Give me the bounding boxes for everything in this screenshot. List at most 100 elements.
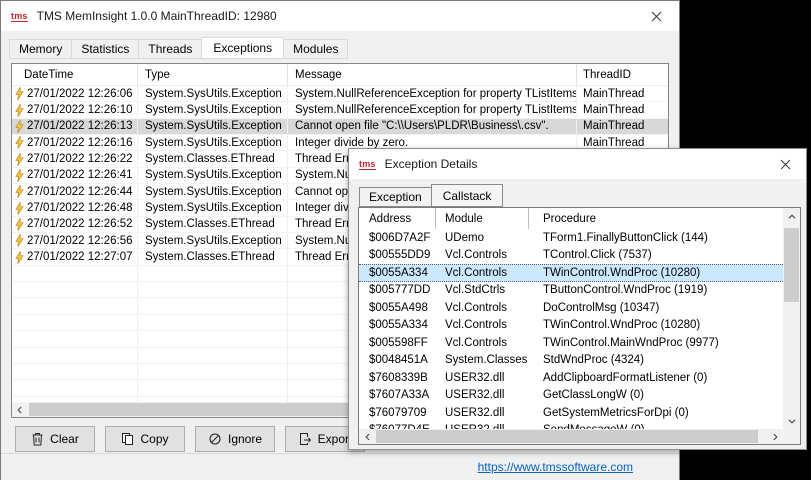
cell-datetime: 27/01/2022 12:26:41 [27,169,133,181]
cell-address: $005598FF [359,334,436,352]
cell-address: $7607A33A [359,387,436,405]
main-titlebar: tms TMS MemInsight 1.0.0 MainThreadID: 1… [1,1,679,31]
cell-procedure: TButtonControl.WndProc (1919) [529,282,783,300]
scroll-up-icon[interactable] [783,208,800,225]
statusbar: https://www.tmssoftware.com [1,453,679,480]
close-icon[interactable] [634,1,679,31]
cell-module: USER32.dll [436,404,529,422]
callstack-row[interactable]: $00555DD9Vcl.ControlsTControl.Click (753… [359,247,783,265]
tab-statistics[interactable]: Statistics [71,39,139,59]
callstack-row[interactable]: $76077D4EUSER32.dllSendMessageW (0) [359,422,783,430]
scroll-down-icon[interactable] [783,412,800,429]
cell-procedure: DoControlMsg (10347) [529,299,783,317]
exception-icon [15,136,24,149]
trash-icon [31,432,44,446]
tab-exception[interactable]: Exception [359,187,432,207]
callstack-row[interactable]: $0055A498Vcl.ControlsDoControlMsg (10347… [359,299,783,317]
exception-icon [15,169,24,182]
cell-module: UDemo [436,229,529,247]
tab-callstack[interactable]: Callstack [431,184,504,207]
callstack-row[interactable]: $76079709USER32.dllGetSystemMetricsForDp… [359,404,783,422]
scroll-left-icon[interactable] [12,402,28,417]
scroll-thumb[interactable] [784,228,799,302]
ignore-button[interactable]: Ignore [195,426,275,452]
exception-icon [15,202,24,215]
callstack-body: $006D7A2FUDemoTForm1.FinallyButtonClick … [359,229,783,429]
cell-datetime: 27/01/2022 12:27:07 [27,251,133,263]
callstack-vscrollbar[interactable] [783,208,800,429]
column-header-type[interactable]: Type [138,64,288,85]
table-row-selected[interactable]: 27/01/2022 12:26:13 System.SysUtils.Exce… [12,119,668,135]
cell-module: Vcl.StdCtrls [436,282,529,300]
cell-procedure: GetClassLongW (0) [529,387,783,405]
cell-procedure: TWinControl.WndProc (10280) [529,317,783,335]
cell-threadid: MainThread [577,86,668,101]
cell-module: Vcl.Controls [436,265,529,281]
cell-datetime: 27/01/2022 12:26:16 [27,137,133,149]
copy-button[interactable]: Copy [105,426,185,452]
tab-modules[interactable]: Modules [283,39,348,59]
scrollbar-corner [783,429,800,444]
callstack-header: Address Module Procedure [359,208,783,229]
exception-icon [15,218,24,231]
callstack-row[interactable]: $006D7A2FUDemoTForm1.FinallyButtonClick … [359,229,783,247]
tab-memory[interactable]: Memory [9,39,72,59]
dialog-close-icon[interactable] [764,149,806,179]
column-header-address[interactable]: Address [359,208,436,229]
column-header-datetime[interactable]: DateTime [12,64,138,85]
cell-datetime: 27/01/2022 12:26:52 [27,218,133,230]
cell-type: System.Classes.EThread [138,217,288,232]
website-link[interactable]: https://www.tmssoftware.com [478,460,633,474]
callstack-row-selected[interactable]: $0055A334Vcl.ControlsTWinControl.WndProc… [359,264,783,282]
column-header-message[interactable]: Message [288,64,577,85]
scroll-thumb[interactable] [376,430,758,443]
cell-address: $00555DD9 [359,247,436,265]
column-header-module[interactable]: Module [436,208,529,229]
clear-button-label: Clear [50,432,79,446]
scroll-left-icon[interactable] [359,429,376,444]
cell-module: USER32.dll [436,369,529,387]
cell-module: USER32.dll [436,422,529,430]
cell-address: $7608339B [359,369,436,387]
callstack-row[interactable]: $7607A33AUSER32.dllGetClassLongW (0) [359,387,783,405]
cell-datetime: 27/01/2022 12:26:56 [27,235,133,247]
cell-procedure: GetSystemMetricsForDpi (0) [529,404,783,422]
callstack-row[interactable]: $0055A334Vcl.ControlsTWinControl.WndProc… [359,317,783,335]
table-row[interactable]: 27/01/2022 12:26:06 System.SysUtils.Exce… [12,86,668,102]
cell-threadid: MainThread [577,102,668,117]
cell-module: USER32.dll [436,387,529,405]
column-header-procedure[interactable]: Procedure [529,208,783,229]
cell-module: Vcl.Controls [436,247,529,265]
exception-icon [15,87,24,100]
cell-type: System.SysUtils.Exception [138,200,288,215]
cell-type: System.SysUtils.Exception [138,102,288,117]
cell-address: $005777DD [359,282,436,300]
callstack-hscrollbar[interactable] [359,429,783,444]
cell-address: $0055A498 [359,299,436,317]
cell-datetime: 27/01/2022 12:26:22 [27,153,133,165]
callstack-row[interactable]: $7608339BUSER32.dllAddClipboardFormatLis… [359,369,783,387]
column-header-threadid[interactable]: ThreadID [577,64,668,85]
exception-icon [15,185,24,198]
callstack-row[interactable]: $0048451ASystem.ClassesStdWndProc (4324) [359,352,783,370]
cell-type: System.Classes.EThread [138,249,288,264]
cell-procedure: StdWndProc (4324) [529,352,783,370]
tab-exceptions[interactable]: Exceptions [201,37,284,59]
callstack-row[interactable]: $005777DDVcl.StdCtrlsTButtonControl.WndP… [359,282,783,300]
callstack-row[interactable]: $005598FFVcl.ControlsTWinControl.MainWnd… [359,334,783,352]
tab-threads[interactable]: Threads [138,39,202,59]
scroll-right-icon[interactable] [766,429,783,444]
table-row[interactable]: 27/01/2022 12:26:10 System.SysUtils.Exce… [12,102,668,118]
cell-address: $0048451A [359,352,436,370]
cell-type: System.SysUtils.Exception [138,135,288,150]
copy-button-label: Copy [140,432,168,446]
cell-datetime: 27/01/2022 12:26:06 [27,88,133,100]
exception-icon [15,104,24,117]
cell-datetime: 27/01/2022 12:26:44 [27,186,133,198]
cell-datetime: 27/01/2022 12:26:10 [27,104,133,116]
cell-address: $0055A334 [359,265,436,281]
exception-icon [15,153,24,166]
clear-button[interactable]: Clear [15,426,95,452]
window-title: TMS MemInsight 1.0.0 MainThreadID: 12980 [37,9,277,23]
cell-type: System.SysUtils.Exception [138,233,288,248]
